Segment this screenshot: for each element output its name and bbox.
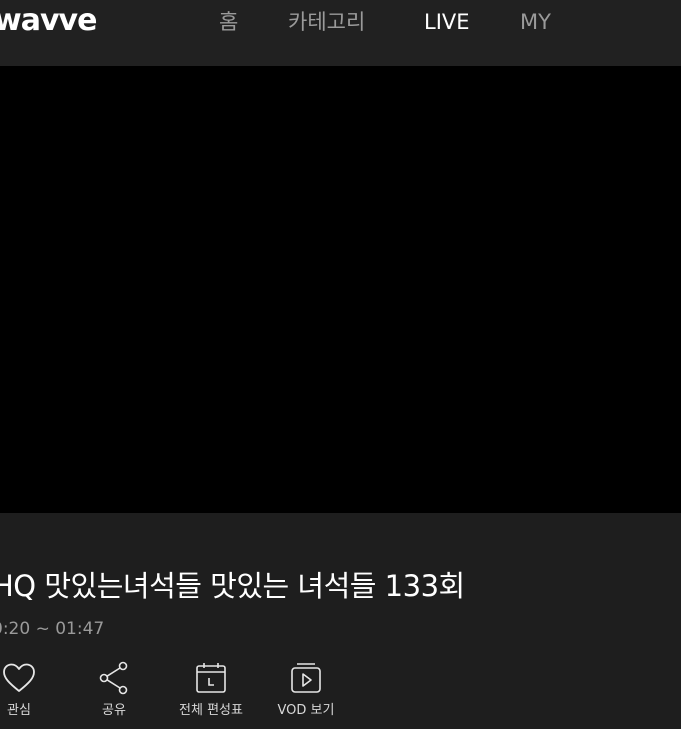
program-title: HQ 맛있는녀석들 맛있는 녀석들 133회 xyxy=(0,569,465,603)
share-icon xyxy=(99,661,128,695)
full-schedule-button[interactable]: 전체 편성표 xyxy=(166,660,256,726)
page: wavve 홈 카테고리 LIVE MY HQ 맛있는녀석들 맛있는 녀석들 1… xyxy=(0,0,681,729)
play-icon xyxy=(291,663,321,693)
nav-my[interactable]: MY xyxy=(520,8,551,36)
full-schedule-label: 전체 편성표 xyxy=(179,703,243,718)
top-header: wavve 홈 카테고리 LIVE MY xyxy=(0,0,681,66)
like-button[interactable]: 관심 xyxy=(0,660,64,726)
nav-category[interactable]: 카테고리 xyxy=(288,8,365,36)
program-time: 0:20 ~ 01:47 xyxy=(0,619,105,639)
like-label: 관심 xyxy=(7,703,31,718)
calendar-icon xyxy=(196,663,226,693)
video-player[interactable] xyxy=(0,66,681,513)
heart-icon xyxy=(3,663,35,692)
share-button[interactable]: 공유 xyxy=(69,660,159,726)
nav-live[interactable]: LIVE xyxy=(424,8,470,36)
share-label: 공유 xyxy=(102,703,126,718)
nav-home[interactable]: 홈 xyxy=(219,8,238,36)
vod-label: VOD 보기 xyxy=(277,703,335,718)
vod-button[interactable]: VOD 보기 xyxy=(261,660,351,726)
wavve-logo[interactable]: wavve xyxy=(0,1,97,41)
